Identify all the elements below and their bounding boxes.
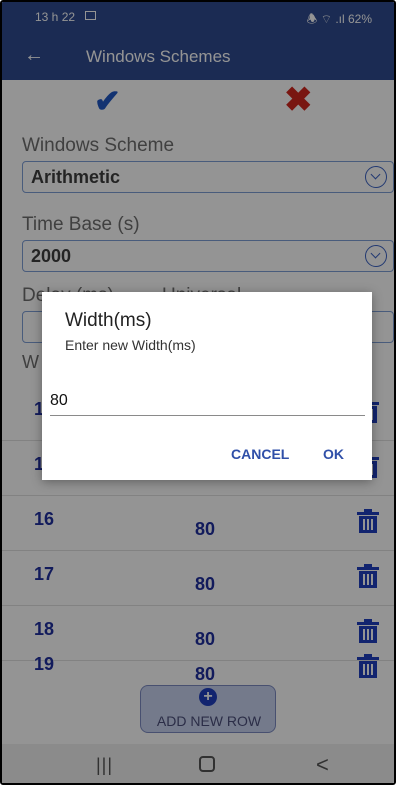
width-dialog: Width(ms) Enter new Width(ms) CANCEL OK bbox=[42, 292, 372, 480]
dialog-title: Width(ms) bbox=[65, 310, 152, 331]
ok-button[interactable]: OK bbox=[323, 446, 344, 462]
width-input[interactable] bbox=[50, 387, 365, 416]
dialog-message: Enter new Width(ms) bbox=[65, 337, 196, 353]
cancel-button[interactable]: CANCEL bbox=[231, 446, 289, 462]
phone-frame: 13 h 22 🕭 ⌔ .ıl 62% ← Windows Schemes ✔ … bbox=[0, 0, 396, 785]
